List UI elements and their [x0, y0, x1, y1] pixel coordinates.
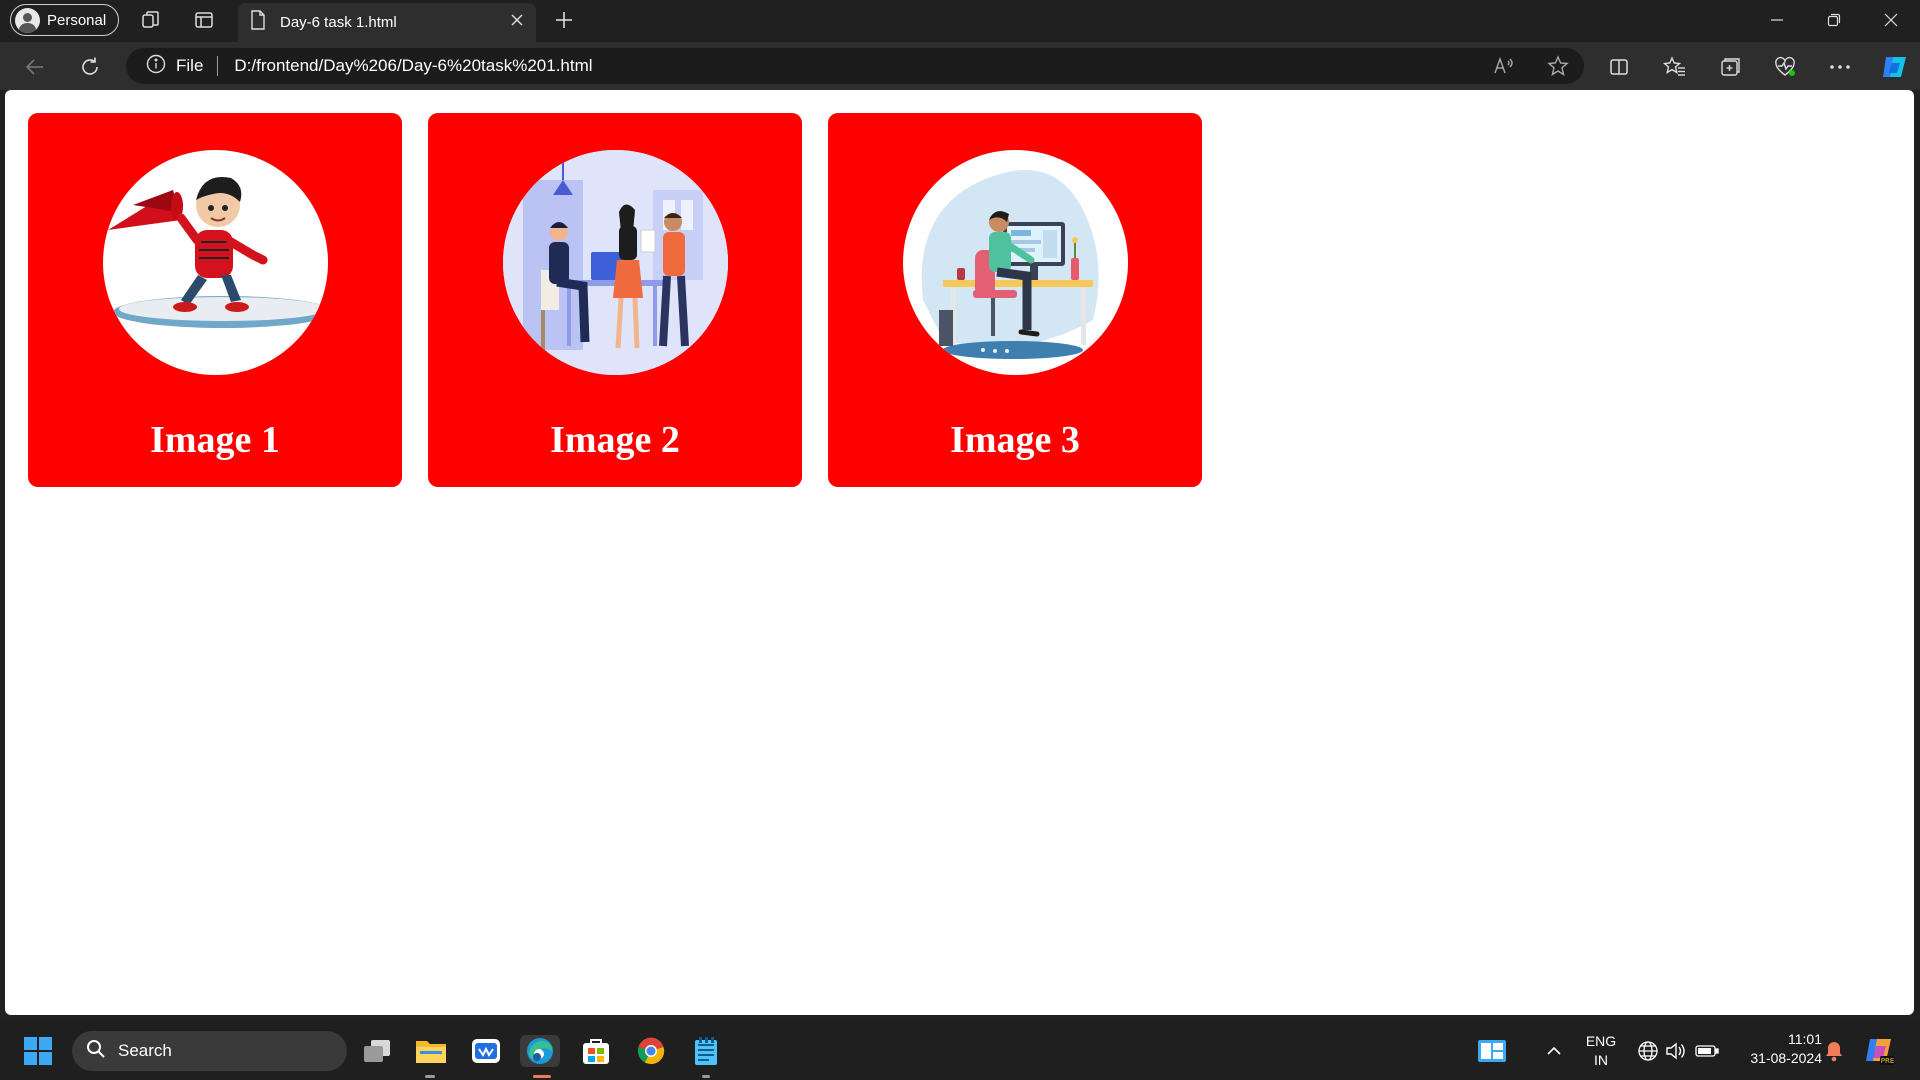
vertical-tabs-icon[interactable]: [192, 8, 216, 32]
refresh-icon[interactable]: [77, 54, 103, 80]
split-screen-icon[interactable]: [1606, 54, 1632, 80]
battery-icon[interactable]: [1691, 1035, 1723, 1067]
address-bar[interactable]: File D:/frontend/Day%206/Day-6%20task%20…: [126, 48, 1584, 84]
new-tab-icon[interactable]: [552, 8, 576, 32]
workspaces-icon[interactable]: [139, 8, 163, 32]
edge-browser-icon[interactable]: [520, 1035, 560, 1067]
clock[interactable]: 11:01 31-08-2024: [1732, 1030, 1822, 1068]
image-caption: Image 1: [150, 419, 280, 461]
running-indicator: [702, 1075, 710, 1078]
task-view-icon[interactable]: [361, 1035, 393, 1067]
tab-active[interactable]: Day-6 task 1.html: [238, 3, 536, 42]
url-text[interactable]: D:/frontend/Day%206/Day-6%20task%201.htm…: [234, 56, 592, 76]
image-card-2: Image 2: [428, 113, 802, 487]
image-2-office-team: [503, 150, 728, 375]
tab-title: Day-6 task 1.html: [280, 14, 397, 31]
close-tab-icon[interactable]: [510, 13, 524, 32]
show-hidden-icons-chevron-icon[interactable]: [1538, 1035, 1570, 1067]
search-placeholder: Search: [118, 1041, 172, 1060]
start-windows-icon[interactable]: [22, 1035, 54, 1067]
image-caption: Image 2: [550, 419, 680, 461]
favorite-star-icon[interactable]: [1546, 54, 1570, 78]
language-code: ENG: [1585, 1033, 1617, 1049]
close-window-icon[interactable]: [1879, 8, 1903, 32]
back-icon[interactable]: [22, 54, 48, 80]
image-3-developer-desk: [903, 150, 1128, 375]
svg-text:PRE: PRE: [1881, 1057, 1895, 1065]
running-indicator: [425, 1075, 435, 1078]
address-separator: [217, 56, 219, 76]
profile-label: Personal: [47, 11, 107, 29]
copilot-icon[interactable]: [1879, 54, 1911, 80]
scheme-label: File: [176, 56, 204, 75]
image-card-3: Image 3: [828, 113, 1202, 487]
site-info-icon[interactable]: [146, 54, 166, 79]
taskbar-search[interactable]: Search: [72, 1031, 347, 1071]
notepad-icon[interactable]: [690, 1035, 722, 1067]
file-explorer-icon[interactable]: [415, 1035, 447, 1067]
active-indicator: [533, 1075, 551, 1078]
more-options-icon[interactable]: [1827, 54, 1853, 80]
paint-app-icon[interactable]: [470, 1035, 502, 1067]
read-aloud-icon[interactable]: [1492, 54, 1516, 78]
clock-date: 31-08-2024: [1750, 1050, 1822, 1066]
notification-bell-icon[interactable]: [1818, 1035, 1850, 1067]
chrome-icon[interactable]: [635, 1035, 667, 1067]
page-viewport: Image 1 Image 2 Image 3: [5, 90, 1914, 1015]
browser-essentials-icon[interactable]: [1772, 54, 1798, 80]
profile-button[interactable]: Personal: [10, 4, 120, 36]
page-icon: [250, 10, 266, 35]
collections-icon[interactable]: [1717, 54, 1743, 80]
image-caption: Image 3: [950, 419, 1080, 461]
tab-bar: Personal Day-6 task 1.html: [0, 0, 1920, 42]
microsoft-store-icon[interactable]: [580, 1035, 612, 1067]
clock-time: 11:01: [1788, 1031, 1822, 1047]
minimize-icon[interactable]: [1765, 8, 1789, 32]
widgets-icon[interactable]: [1476, 1035, 1508, 1067]
navigation-bar: File D:/frontend/Day%206/Day-6%20task%20…: [0, 42, 1920, 90]
favorites-icon[interactable]: [1662, 54, 1688, 80]
copilot-taskbar-icon[interactable]: PRE: [1864, 1035, 1896, 1067]
image-1-cartoon-megaphone: [103, 150, 328, 375]
volume-icon[interactable]: [1659, 1035, 1691, 1067]
image-card-1: Image 1: [28, 113, 402, 487]
taskbar: Search ENG IN 11:01 31-08-2024 PRE: [0, 1021, 1920, 1080]
restore-icon[interactable]: [1822, 8, 1846, 32]
language-region: IN: [1594, 1052, 1608, 1068]
avatar-icon: [15, 7, 40, 33]
input-language[interactable]: ENG IN: [1580, 1032, 1622, 1070]
search-icon: [86, 1039, 106, 1064]
